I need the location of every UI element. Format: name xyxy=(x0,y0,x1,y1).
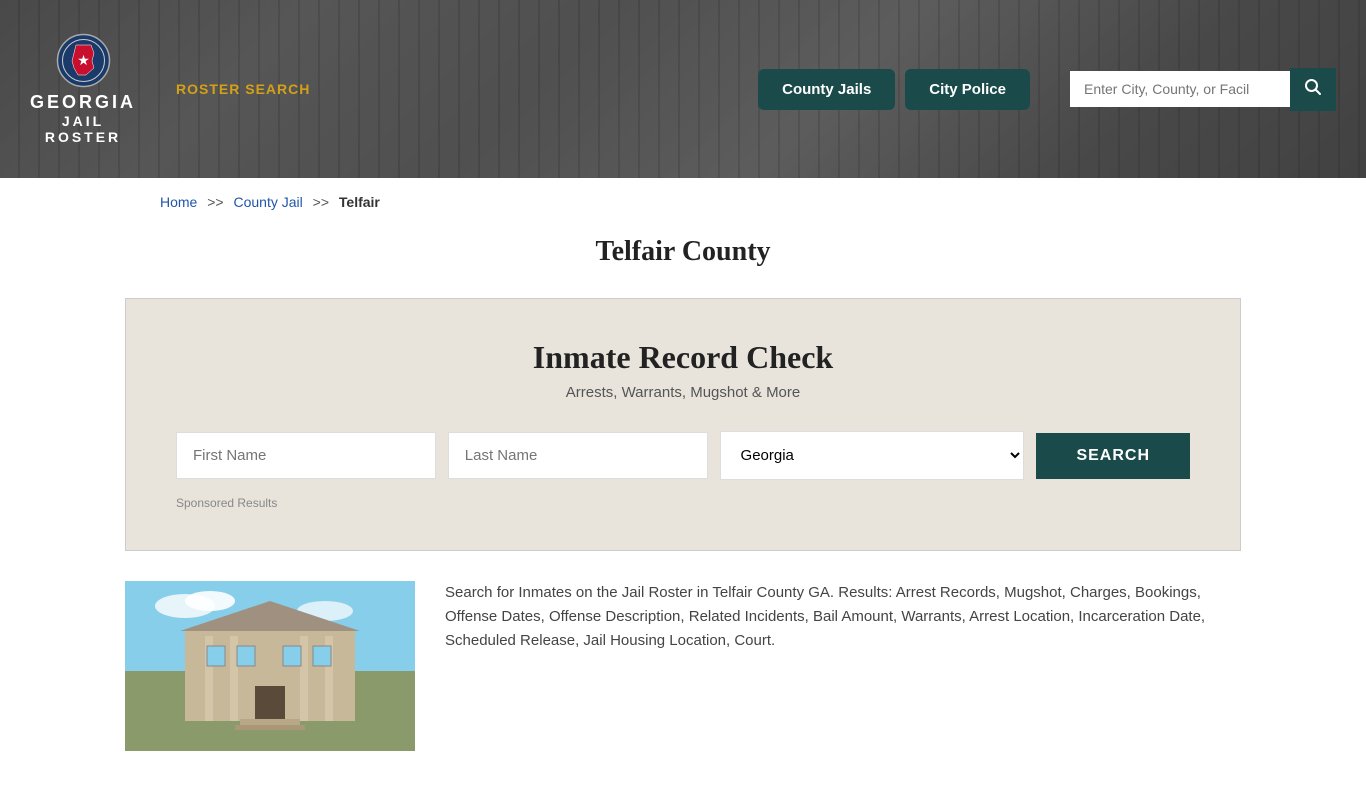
page-title-section: Telfair County xyxy=(0,226,1366,298)
inmate-record-title: Inmate Record Check xyxy=(176,339,1190,376)
header-search-input[interactable] xyxy=(1070,71,1290,107)
first-name-input[interactable] xyxy=(176,432,436,479)
breadcrumb-county-jail[interactable]: County Jail xyxy=(234,194,303,210)
logo-jail-text: JAIL xyxy=(62,113,104,129)
header-search xyxy=(1070,68,1336,111)
breadcrumb-separator-1: >> xyxy=(207,194,223,210)
breadcrumb-separator-2: >> xyxy=(313,194,329,210)
inmate-record-section: Inmate Record Check Arrests, Warrants, M… xyxy=(125,298,1241,551)
bottom-description: Search for Inmates on the Jail Roster in… xyxy=(445,581,1241,653)
sponsored-label: Sponsored Results xyxy=(176,496,1190,510)
breadcrumb: Home >> County Jail >> Telfair xyxy=(0,178,1366,226)
inmate-search-form: Georgia Alabama Florida Tennessee SEARCH xyxy=(176,431,1190,480)
inmate-record-subtitle: Arrests, Warrants, Mugshot & More xyxy=(176,384,1190,401)
logo-georgia-text: GEORGIA xyxy=(30,92,136,113)
building-visual-icon xyxy=(125,581,415,751)
state-select[interactable]: Georgia Alabama Florida Tennessee xyxy=(720,431,1025,480)
city-police-button[interactable]: City Police xyxy=(905,69,1030,110)
georgia-seal-icon: ★ xyxy=(56,33,111,88)
bottom-section: Search for Inmates on the Jail Roster in… xyxy=(0,551,1366,791)
building-image xyxy=(125,581,415,751)
svg-text:★: ★ xyxy=(77,54,90,69)
logo-roster-text: ROSTER xyxy=(45,129,121,145)
last-name-input[interactable] xyxy=(448,432,708,479)
nav-buttons: County Jails City Police xyxy=(758,69,1030,110)
site-logo[interactable]: ★ GEORGIA JAIL ROSTER xyxy=(30,33,136,145)
header-search-button[interactable] xyxy=(1290,68,1336,111)
inmate-search-button[interactable]: SEARCH xyxy=(1036,433,1190,479)
roster-search-link[interactable]: ROSTER SEARCH xyxy=(176,81,310,97)
site-header: ★ GEORGIA JAIL ROSTER ROSTER SEARCH Coun… xyxy=(0,0,1366,178)
page-title: Telfair County xyxy=(0,236,1366,268)
search-icon xyxy=(1304,78,1322,96)
breadcrumb-current: Telfair xyxy=(339,194,380,210)
header-content: ★ GEORGIA JAIL ROSTER ROSTER SEARCH Coun… xyxy=(0,0,1366,178)
county-jails-button[interactable]: County Jails xyxy=(758,69,895,110)
breadcrumb-home[interactable]: Home xyxy=(160,194,197,210)
